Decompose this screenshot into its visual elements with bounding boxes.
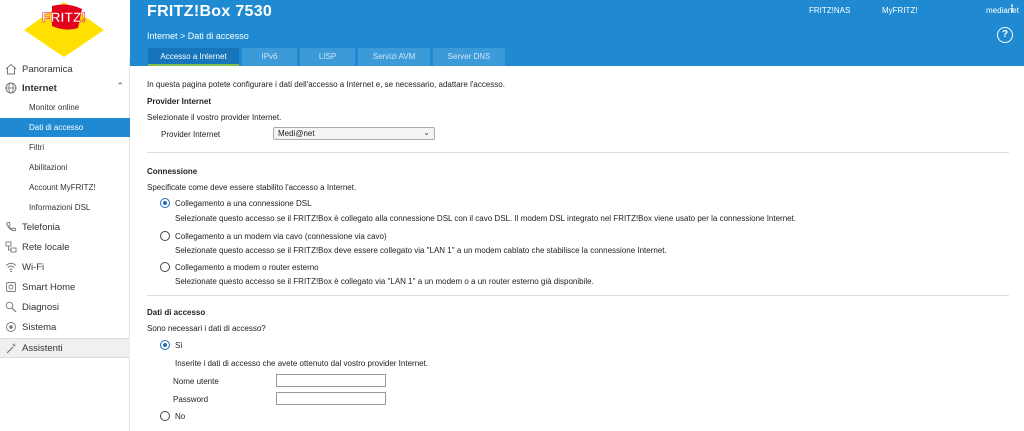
sidebar-item-diagnosi[interactable]: Diagnosi	[0, 298, 130, 317]
sidebar-subitem-monitor-online[interactable]: Monitor online	[0, 98, 130, 117]
tab-server-dns[interactable]: Server DNS	[433, 48, 505, 66]
access-yes-label: Sì	[175, 341, 183, 350]
sidebar-subitem-label: Filtri	[29, 143, 45, 152]
sidebar-item-label: Internet	[22, 83, 57, 94]
sidebar-subitem-informazioni-dsl[interactable]: Informazioni DSL	[0, 198, 130, 217]
main-content: In questa pagina potete configurare i da…	[131, 66, 1024, 431]
smart-home-icon	[6, 282, 16, 292]
breadcrumb: Internet > Dati di accesso	[147, 31, 249, 41]
radio-external-router[interactable]	[160, 262, 170, 272]
radio-access-no[interactable]	[160, 411, 170, 421]
radio-access-yes[interactable]	[160, 340, 170, 350]
sidebar-item-label: Diagnosi	[22, 302, 59, 313]
sidebar-item-label: Smart Home	[22, 282, 76, 293]
tab-accesso-internet[interactable]: Accesso a Internet	[148, 48, 239, 66]
sidebar-subitem-label: Informazioni DSL	[29, 203, 91, 212]
option-external-detail: Selezionate questo accesso se il FRITZ!B…	[175, 277, 594, 286]
help-icon[interactable]: ?	[997, 27, 1013, 43]
divider	[147, 152, 1009, 153]
sidebar-subitem-label: Abilitazioni	[29, 163, 68, 172]
fritz-logo[interactable]: FRITZ!	[22, 0, 106, 58]
option-dsl-detail: Selezionate questo accesso se il FRITZ!B…	[175, 214, 797, 223]
sidebar-item-sistema[interactable]: Sistema	[0, 318, 130, 337]
sidebar-item-label: Rete locale	[22, 242, 70, 253]
option-cable-label: Collegamento a un modem via cavo (connes…	[175, 232, 387, 241]
top-bar: FRITZ!Box 7530 FRITZ!NAS MyFRITZ! median…	[0, 0, 1024, 24]
divider	[147, 295, 1009, 296]
wizard-icon	[6, 343, 16, 354]
sidebar-item-internet[interactable]: Internet ⌃	[0, 79, 130, 98]
username-label: Nome utente	[173, 377, 219, 386]
tab-lisp[interactable]: LISP	[300, 48, 355, 66]
connection-heading: Connessione	[147, 167, 198, 176]
sidebar-subitem-label: Monitor online	[29, 103, 80, 112]
logo-area: FRITZ!	[0, 0, 130, 58]
provider-heading: Provider Internet	[147, 97, 212, 106]
sidebar-item-wifi[interactable]: Wi-Fi	[0, 258, 130, 277]
provider-select-value: Medi@net	[278, 129, 315, 138]
tab-servizi-avm[interactable]: Servizi AVM	[358, 48, 430, 66]
option-external-label: Collegamento a modem o router esterno	[175, 263, 319, 272]
sidebar-subitem-abilitazioni[interactable]: Abilitazioni	[0, 158, 130, 177]
diagnosis-icon	[5, 301, 17, 313]
password-input[interactable]	[276, 392, 386, 405]
sidebar-subitem-label: Account MyFRITZ!	[29, 183, 96, 192]
sidebar-item-rete-locale[interactable]: Rete locale	[0, 238, 130, 257]
sidebar-subitem-label: Dati di accesso	[29, 123, 84, 132]
tab-bar: Accesso a Internet IPv6 LISP Servizi AVM…	[148, 48, 508, 66]
sidebar-item-label: Wi-Fi	[22, 262, 45, 273]
fritz-nas-link[interactable]: FRITZ!NAS	[809, 6, 850, 15]
sidebar-item-assistenti[interactable]: Assistenti	[0, 338, 130, 358]
phone-icon	[5, 222, 16, 232]
provider-select[interactable]: Medi@net ⌄	[273, 127, 435, 140]
network-icon	[5, 241, 17, 253]
logo-text: FRITZ!	[42, 9, 86, 25]
sidebar-item-telefonia[interactable]: Telefonia	[0, 218, 130, 237]
provider-label: Provider Internet	[161, 130, 221, 139]
password-label: Password	[173, 395, 209, 404]
wifi-icon	[5, 262, 17, 273]
radio-cable-modem[interactable]	[160, 231, 170, 241]
tab-ipv6[interactable]: IPv6	[242, 48, 297, 66]
home-icon	[5, 63, 17, 75]
chevron-down-icon: ⌄	[423, 128, 430, 137]
access-no-label: No	[175, 412, 186, 421]
option-cable-detail: Selezionate questo accesso se il FRITZ!B…	[175, 246, 667, 255]
sidebar-item-label: Assistenti	[22, 343, 63, 354]
connection-description: Specificate come deve essere stabilito l…	[147, 183, 357, 192]
sidebar-subitem-dati-di-accesso[interactable]: Dati di accesso	[0, 118, 130, 137]
username-input[interactable]	[276, 374, 386, 387]
globe-icon	[5, 82, 17, 94]
kebab-menu-icon[interactable]: ⋮	[1007, 4, 1017, 15]
sidebar-item-panoramica[interactable]: Panoramica	[0, 60, 130, 79]
intro-text: In questa pagina potete configurare i da…	[147, 80, 505, 89]
chevron-up-icon[interactable]: ⌃	[116, 81, 124, 92]
access-heading: Dati di accesso	[147, 308, 206, 317]
myfritz-link[interactable]: MyFRITZ!	[882, 6, 918, 15]
access-yes-detail: Inserite i dati di accesso che avete ott…	[175, 359, 429, 368]
sidebar-item-label: Panoramica	[22, 64, 73, 75]
radio-dsl[interactable]	[160, 198, 170, 208]
sub-header: Internet > Dati di accesso ? Accesso a I…	[130, 24, 1024, 66]
sidebar-item-smart-home[interactable]: Smart Home	[0, 278, 130, 297]
access-question: Sono necessari i dati di accesso?	[147, 324, 266, 333]
sidebar: Panoramica Internet ⌃ Monitor online Dat…	[0, 58, 130, 431]
option-dsl-label: Collegamento a una connessione DSL	[175, 199, 312, 208]
system-icon	[6, 322, 16, 332]
sidebar-item-label: Sistema	[22, 322, 57, 333]
sidebar-item-label: Telefonia	[22, 222, 61, 233]
sidebar-subitem-account-myfritz[interactable]: Account MyFRITZ!	[0, 178, 130, 197]
sidebar-subitem-filtri[interactable]: Filtri	[0, 138, 130, 157]
product-name: FRITZ!Box 7530	[147, 3, 273, 20]
provider-description: Selezionate il vostro provider Internet.	[147, 113, 282, 122]
